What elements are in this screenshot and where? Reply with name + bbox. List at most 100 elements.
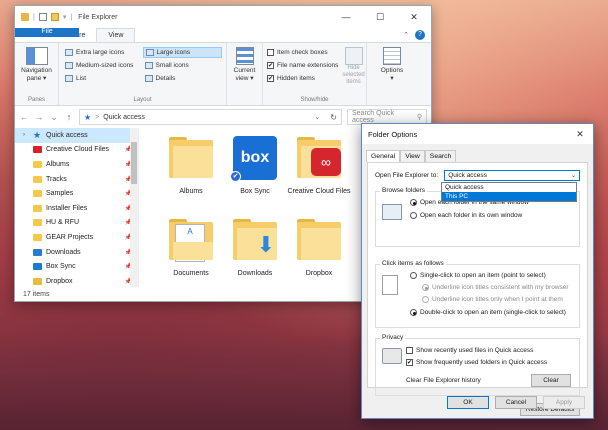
hidden-items-toggle[interactable]: ✔ Hidden items xyxy=(267,73,338,84)
close-button[interactable]: ✕ xyxy=(397,6,431,28)
item-check-boxes-toggle[interactable]: Item check boxes xyxy=(267,47,338,58)
minimize-button[interactable]: — xyxy=(329,6,363,28)
underline-consistent-option[interactable]: Underline icon titles consistent with my… xyxy=(422,284,569,291)
navigation-pane-button[interactable]: Navigation pane ▾ xyxy=(19,47,54,83)
up-button[interactable]: ↑ xyxy=(64,112,74,122)
cancel-button[interactable]: Cancel xyxy=(495,396,537,409)
layout-large-icons[interactable]: Large icons xyxy=(142,47,222,58)
dropbox-icon xyxy=(33,277,42,285)
nav-item-tracks[interactable]: Tracks 📌 xyxy=(15,172,138,187)
back-button[interactable]: ← xyxy=(19,112,29,122)
open-same-window-radio[interactable] xyxy=(410,199,417,206)
address-bar[interactable]: ★ > Quick access ⌄ ↻ xyxy=(79,109,342,125)
quick-access-star-icon: ★ xyxy=(84,112,92,122)
file-explorer-app-icon[interactable] xyxy=(21,13,29,21)
nav-pane-scrollbar[interactable] xyxy=(130,128,138,287)
clear-history-button[interactable]: Clear xyxy=(531,374,571,387)
hidden-items-label: Hidden items xyxy=(277,75,315,82)
open-explorer-to-select[interactable]: Quick access ⌄ xyxy=(444,169,580,181)
ribbon-view: Navigation pane ▾ Panes Extra large icon… xyxy=(15,42,431,106)
double-click-radio[interactable] xyxy=(410,309,417,316)
file-item-dropbox[interactable]: Dropbox xyxy=(287,216,351,279)
dialog-close-button[interactable]: ✕ xyxy=(567,129,593,140)
ok-button[interactable]: OK xyxy=(447,396,489,409)
folder-icon xyxy=(295,216,343,264)
explorer-titlebar[interactable]: | ▾ | File Explorer — ☐ ✕ xyxy=(15,6,431,28)
nav-item-quick-access[interactable]: › ★ Quick access xyxy=(15,128,138,143)
single-click-radio[interactable] xyxy=(410,272,417,279)
dropdown-option-quick-access[interactable]: Quick access xyxy=(442,183,576,192)
dropdown-option-this-pc[interactable]: This PC xyxy=(442,192,576,201)
folder-options-dialog: Folder Options ✕ General View Search Ope… xyxy=(361,123,594,419)
file-name-extensions-checkbox[interactable]: ✔ xyxy=(267,62,274,69)
chevron-down-icon: ⌄ xyxy=(570,172,576,179)
nav-pane-scroll-thumb[interactable] xyxy=(131,142,137,184)
file-item-documents[interactable]: A Documents xyxy=(159,216,223,279)
nav-item-installer-files[interactable]: Installer Files 📌 xyxy=(15,201,138,216)
underline-point-radio[interactable] xyxy=(422,296,429,303)
double-click-option[interactable]: Double-click to open an item (single-cli… xyxy=(410,309,566,316)
file-item-albums[interactable]: Albums xyxy=(159,134,223,197)
recent-files-checkbox[interactable] xyxy=(406,347,413,354)
nav-item-downloads[interactable]: Downloads 📌 xyxy=(15,245,138,260)
properties-icon[interactable] xyxy=(38,13,47,21)
file-item-downloads[interactable]: ⬇ Downloads xyxy=(223,216,287,279)
item-check-boxes-checkbox[interactable] xyxy=(267,49,274,56)
breadcrumb-quick-access[interactable]: Quick access xyxy=(103,114,145,121)
tab-view[interactable]: View xyxy=(96,28,136,42)
file-item-creative-cloud-files[interactable]: ∞ Creative Cloud Files xyxy=(287,134,351,197)
apply-button[interactable]: Apply xyxy=(543,396,585,409)
tab-general[interactable]: General xyxy=(366,150,401,162)
item-count: 17 items xyxy=(23,290,50,298)
refresh-icon[interactable]: ↻ xyxy=(330,113,337,122)
options-button[interactable]: Options ▾ xyxy=(371,47,413,83)
layout-list[interactable]: List xyxy=(63,73,143,84)
file-name-extensions-toggle[interactable]: ✔ File name extensions xyxy=(267,60,338,71)
forward-button[interactable]: → xyxy=(34,112,44,122)
layout-details[interactable]: Details xyxy=(143,73,223,84)
file-item-label: Downloads xyxy=(237,270,273,277)
nav-item-albums[interactable]: Albums 📌 xyxy=(15,157,138,172)
clear-history-row: Clear File Explorer history xyxy=(406,377,481,384)
frequent-folders-checkbox[interactable]: ✔ xyxy=(406,359,413,366)
new-folder-icon[interactable] xyxy=(50,13,59,21)
address-dropdown-icon[interactable]: ⌄ xyxy=(314,113,320,121)
help-icon[interactable]: ? xyxy=(415,30,425,40)
click-items-group: Click items as follows Single-click to o… xyxy=(375,260,580,328)
nav-item-box-sync[interactable]: Box Sync 📌 xyxy=(15,259,138,274)
ribbon-collapse-icon[interactable]: ⌃ xyxy=(403,31,409,39)
qa-dropdown-icon[interactable]: ▾ xyxy=(63,13,67,21)
show-hide-wrap: Item check boxes ✔ File name extensions ✔… xyxy=(267,47,365,86)
expand-chevron-icon[interactable]: › xyxy=(23,132,29,138)
nav-item-hu-rfu[interactable]: HU & RFU 📌 xyxy=(15,216,138,231)
nav-item-label: GEAR Projects xyxy=(46,233,94,241)
tab-file[interactable]: File xyxy=(15,28,79,37)
layout-extra-large-icons[interactable]: Extra large icons xyxy=(63,47,143,58)
underline-consistent-radio[interactable] xyxy=(422,284,429,291)
tab-view[interactable]: View xyxy=(400,150,425,162)
open-own-window-radio[interactable] xyxy=(410,212,417,219)
recent-locations-button[interactable]: ⌄ xyxy=(49,112,59,123)
single-click-option[interactable]: Single-click to open an item (point to s… xyxy=(410,272,546,279)
open-own-window-option[interactable]: Open each folder in its own window xyxy=(410,212,522,219)
hide-selected-items-label-2: items xyxy=(346,79,361,85)
nav-item-samples[interactable]: Samples 📌 xyxy=(15,186,138,201)
nav-item-gear-projects[interactable]: GEAR Projects 📌 xyxy=(15,230,138,245)
layout-small-icons[interactable]: Small icons xyxy=(143,60,223,71)
dialog-titlebar[interactable]: Folder Options ✕ xyxy=(362,124,593,144)
underline-point-option[interactable]: Underline icon titles only when I point … xyxy=(422,296,563,303)
nav-item-creative-cloud-files[interactable]: Creative Cloud Files 📌 xyxy=(15,143,138,158)
tab-search[interactable]: Search xyxy=(424,150,457,162)
folder-icon xyxy=(167,134,215,182)
maximize-button[interactable]: ☐ xyxy=(363,6,397,28)
layout-medium-icons[interactable]: Medium-sized icons xyxy=(63,60,143,71)
layout-label: List xyxy=(76,75,87,82)
recent-files-option[interactable]: Show recently used files in Quick access xyxy=(406,347,533,354)
hide-selected-items-button[interactable]: Hide selected items xyxy=(342,47,365,86)
hidden-items-checkbox[interactable]: ✔ xyxy=(267,75,274,82)
frequent-folders-option[interactable]: ✔ Show frequently used folders in Quick a… xyxy=(406,359,547,366)
current-view-button[interactable]: Current view ▾ xyxy=(231,47,258,83)
nav-item-label: Samples xyxy=(46,190,74,198)
file-item-box-sync[interactable]: box ✔ Box Sync xyxy=(223,134,287,197)
nav-item-label: Downloads xyxy=(46,248,81,256)
